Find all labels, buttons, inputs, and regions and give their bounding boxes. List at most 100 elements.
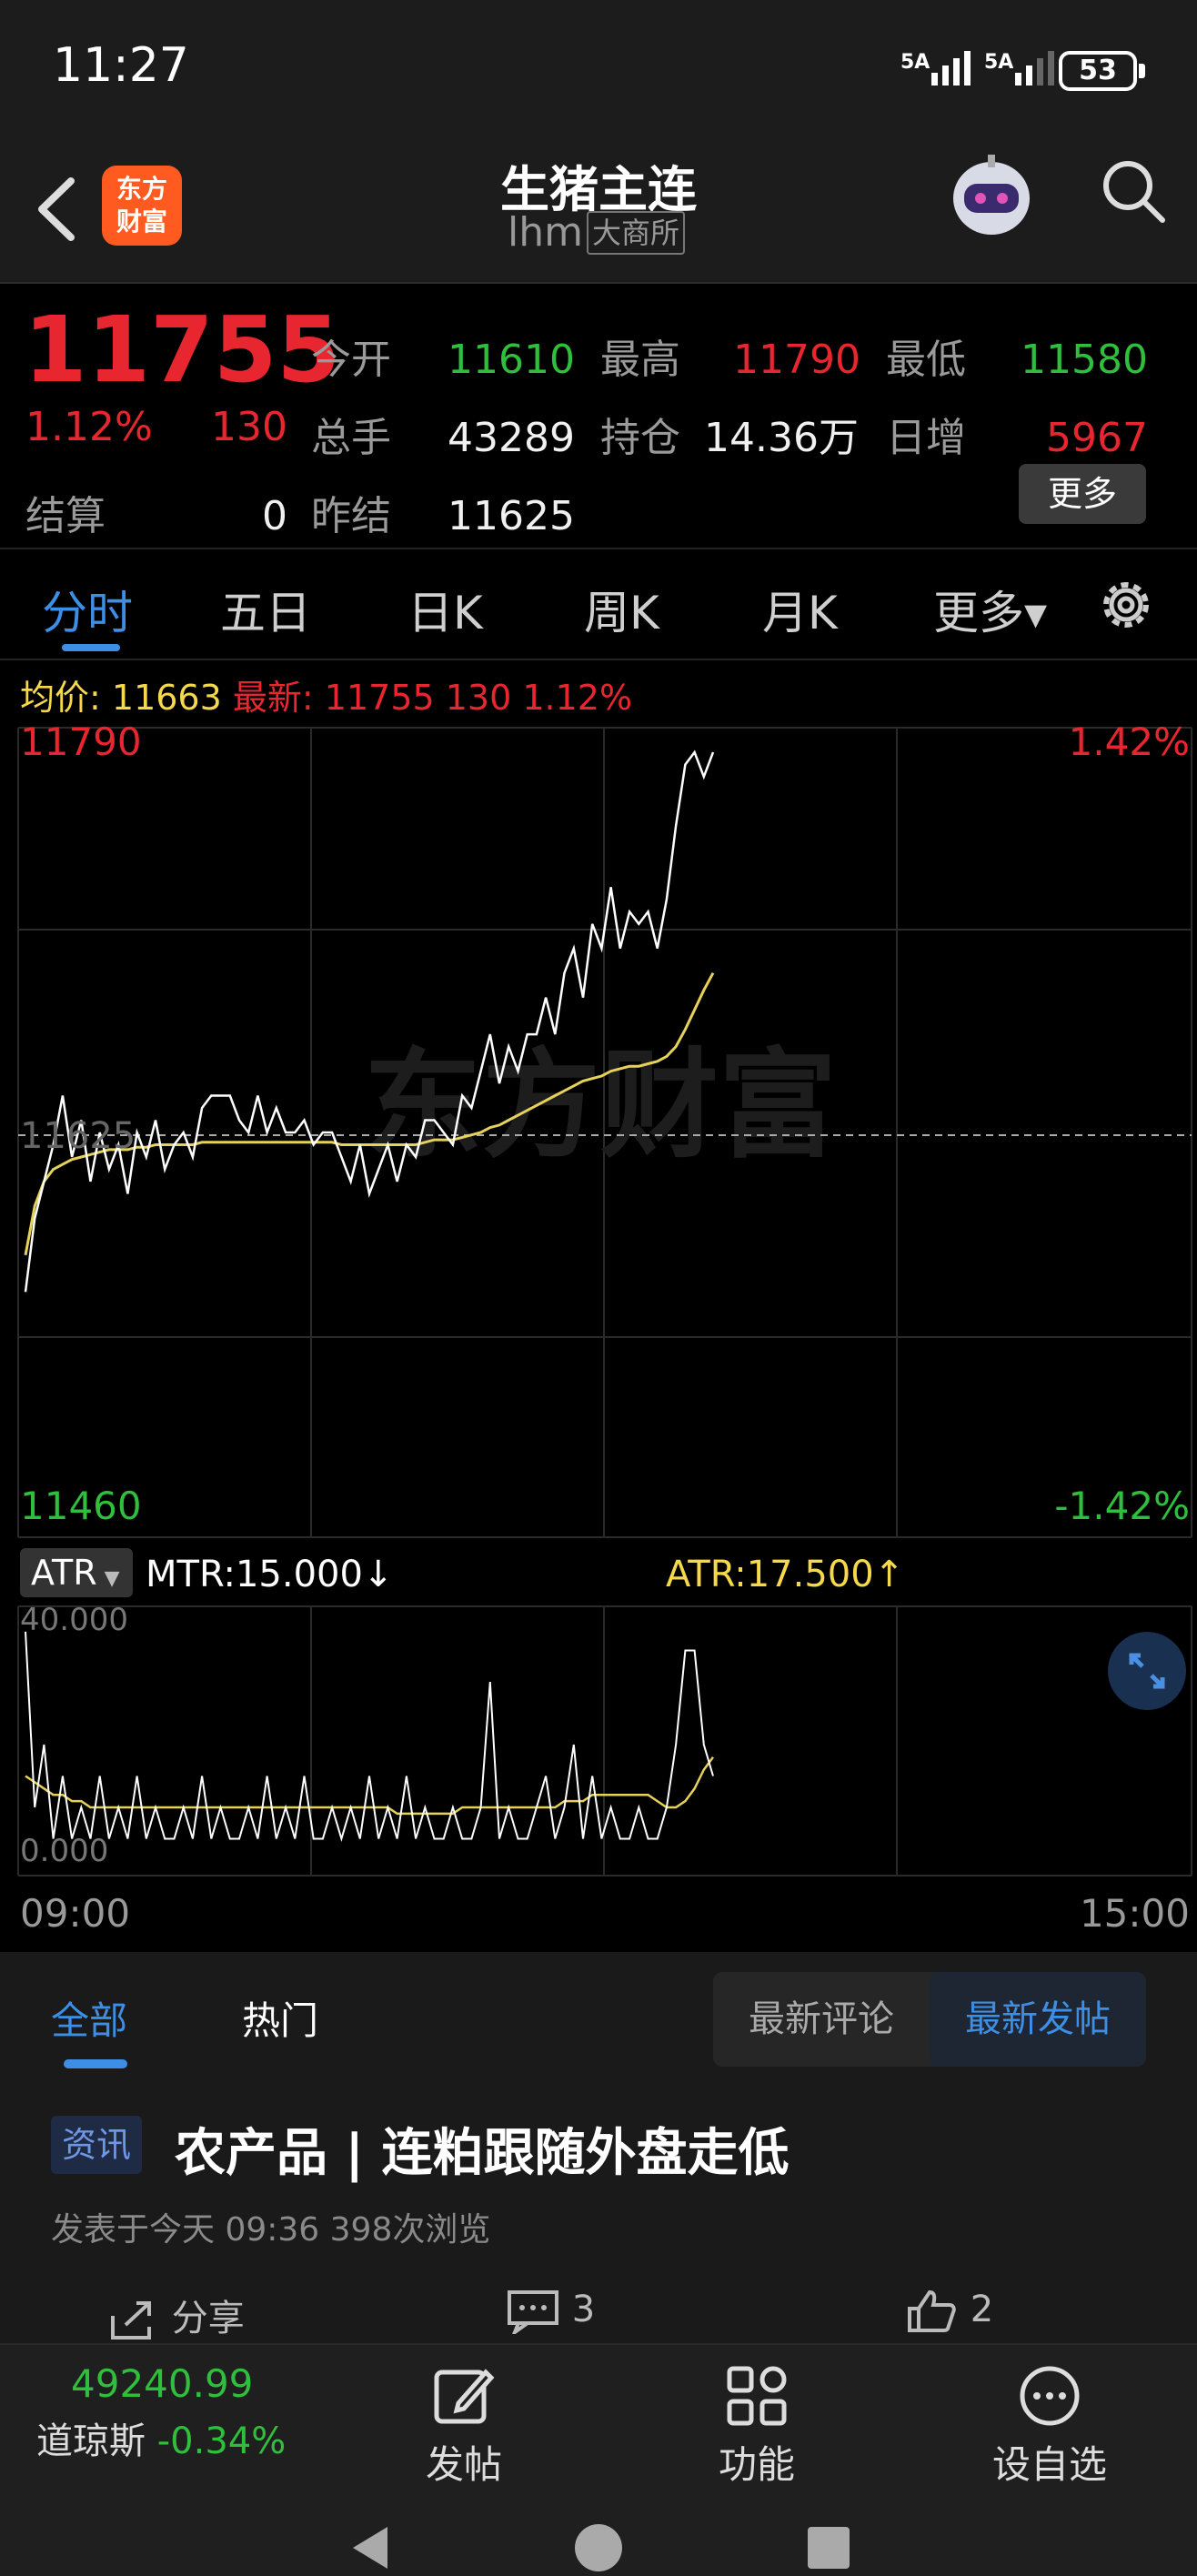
contract-code: lhm [508,209,583,256]
y-label-top: 11790 [20,719,142,764]
y-label-bottom: 11460 [20,1484,142,1528]
news-tag: 资讯 [51,2116,143,2174]
avg-label: 均价: [20,678,101,718]
system-nav-bar [0,2518,1197,2576]
signal-label-2: 5A [984,51,1014,74]
tab-underline [62,644,120,651]
status-bar: 11:27 5A 5A 53 [0,0,1197,136]
x-label-end: 15:00 [1080,1891,1190,1936]
price-line [24,750,715,1293]
low-value: 11580 [1021,337,1148,383]
tab-five-day[interactable]: 五日 [220,577,311,642]
index-name: 道琼斯 [36,2420,146,2462]
signal-label-1: 5A [900,51,930,74]
change-percent: 1.12% [25,404,153,450]
share-icon [111,2301,151,2340]
community-feed: 全部 热门 最新评论 最新发帖 资讯 农产品 | 连粕跟随外盘走低 发表于今天 … [0,1952,1197,2343]
feed-tab-underline [64,2059,127,2068]
atr-y-min: 0.000 [20,1833,108,1869]
functions-button[interactable]: 功能 [666,2363,848,2490]
chart-grid [17,727,1192,1877]
expand-chart-button[interactable] [1108,1632,1186,1710]
mtr-label: MTR:15.000↓ [146,1554,393,1595]
signal-icon [931,45,971,86]
tab-daily-k[interactable]: 日K [407,577,483,642]
index-ticker[interactable]: 49240.99 道琼斯 -0.34% [36,2361,309,2464]
more-button[interactable]: 更多 [1019,464,1146,524]
nav-back-icon[interactable] [353,2527,387,2569]
oi-change-label: 日增 [886,415,966,461]
latest-value: 11755 130 1.12% [324,678,633,718]
avg-value: 11663 [111,678,222,718]
exchange-badge: 大商所 [587,211,686,255]
add-watchlist-button[interactable]: 设自选 [959,2363,1141,2490]
tab-monthly-k[interactable]: 月K [762,577,838,642]
indicator-select[interactable]: ATR ▼ [20,1548,133,1597]
tab-more[interactable]: 更多▾ [933,577,1047,642]
sort-toggle: 最新评论 最新发帖 [713,1972,1146,2067]
post-meta: 发表于今天 09:36 398次浏览 [51,2211,491,2249]
share-button[interactable]: 分享 [106,2289,245,2343]
low-label: 最低 [886,337,966,383]
battery-icon: 53 [1059,51,1137,91]
high-label: 最高 [600,337,680,383]
nav-home-icon[interactable] [575,2524,622,2571]
oi-label: 持仓 [600,415,680,461]
prev-settle-value: 11625 [448,493,575,539]
atr-line [25,1756,715,1816]
chart-svg: 东方财富 11790 11625 11460 1.42% -1.42% MTR:… [17,719,1192,1936]
index-change: -0.34% [156,2420,287,2462]
feed-tab-all[interactable]: 全部 [51,1990,127,2046]
oi-value: 14.36万 [704,415,859,461]
y-label-mid: 11625 [20,1115,136,1157]
battery-tip [1139,64,1145,78]
comment-button[interactable]: 3 [506,2289,595,2338]
atr-y-max: 40.000 [20,1602,128,1638]
oi-change-value: 5967 [1046,415,1148,461]
intraday-chart[interactable]: 东方财富 11790 11625 11460 1.42% -1.42% MTR:… [0,719,1197,1956]
atr-label: ATR:17.500↑ [666,1554,904,1595]
y-right-label-top: 1.42% [1069,719,1190,764]
expand-icon [1129,1653,1165,1689]
tab-intraday[interactable]: 分时 [42,577,133,642]
nav-recents-icon[interactable] [808,2527,850,2569]
bottom-bar: 49240.99 道琼斯 -0.34% 发帖 功能 设自选 [0,2343,1197,2576]
chart-tabs: 分时 五日 日K 周K 月K 更多▾ [0,548,1197,660]
sort-latest-post[interactable]: 最新发帖 [930,1972,1146,2067]
status-time: 11:27 [53,38,189,93]
settings-button[interactable] [1094,573,1158,637]
feed-tab-hot[interactable]: 热门 [242,1990,318,2046]
edit-icon [434,2369,495,2424]
search-icon [1103,161,1165,223]
robot-assistant-icon[interactable] [942,147,1041,246]
post-button[interactable]: 发帖 [373,2363,555,2490]
change-value: 130 [211,404,287,450]
prev-settle-label: 昨结 [311,493,391,539]
tab-weekly-k[interactable]: 周K [584,577,659,642]
grid-icon [727,2366,787,2426]
signal-icon [1015,45,1054,86]
high-value: 11790 [733,337,860,383]
settle-label: 结算 [25,493,106,539]
volume-label: 总手 [311,415,391,461]
latest-label: 最新: [232,678,314,718]
open-value: 11610 [448,337,575,383]
watermark: 东方财富 [364,1036,837,1174]
search-button[interactable] [1097,155,1170,227]
index-value: 49240.99 [71,2361,254,2406]
volume-value: 43289 [448,415,575,461]
gear-icon [1103,582,1149,628]
x-label-start: 09:00 [20,1891,130,1936]
header: 东方 财富 生猪主连 lhm 大商所 [0,136,1197,284]
more-circle-icon [1020,2366,1080,2426]
sort-latest-comment[interactable]: 最新评论 [713,1972,930,2067]
thumbs-up-icon [908,2289,956,2332]
quote-panel: 11755 1.12% 130 今开 11610 最高 11790 最低 115… [0,284,1197,548]
post-title[interactable]: 农产品 | 连粕跟随外盘走低 [175,2112,789,2186]
comment-icon [508,2290,558,2338]
like-button[interactable]: 2 [904,2289,993,2334]
y-right-label-bottom: -1.42% [1054,1484,1190,1528]
last-price: 11755 [24,297,340,403]
price-info-line: 均价: 11663 最新: 11755 130 1.12% [20,669,632,719]
settle-value: 0 [262,493,287,539]
